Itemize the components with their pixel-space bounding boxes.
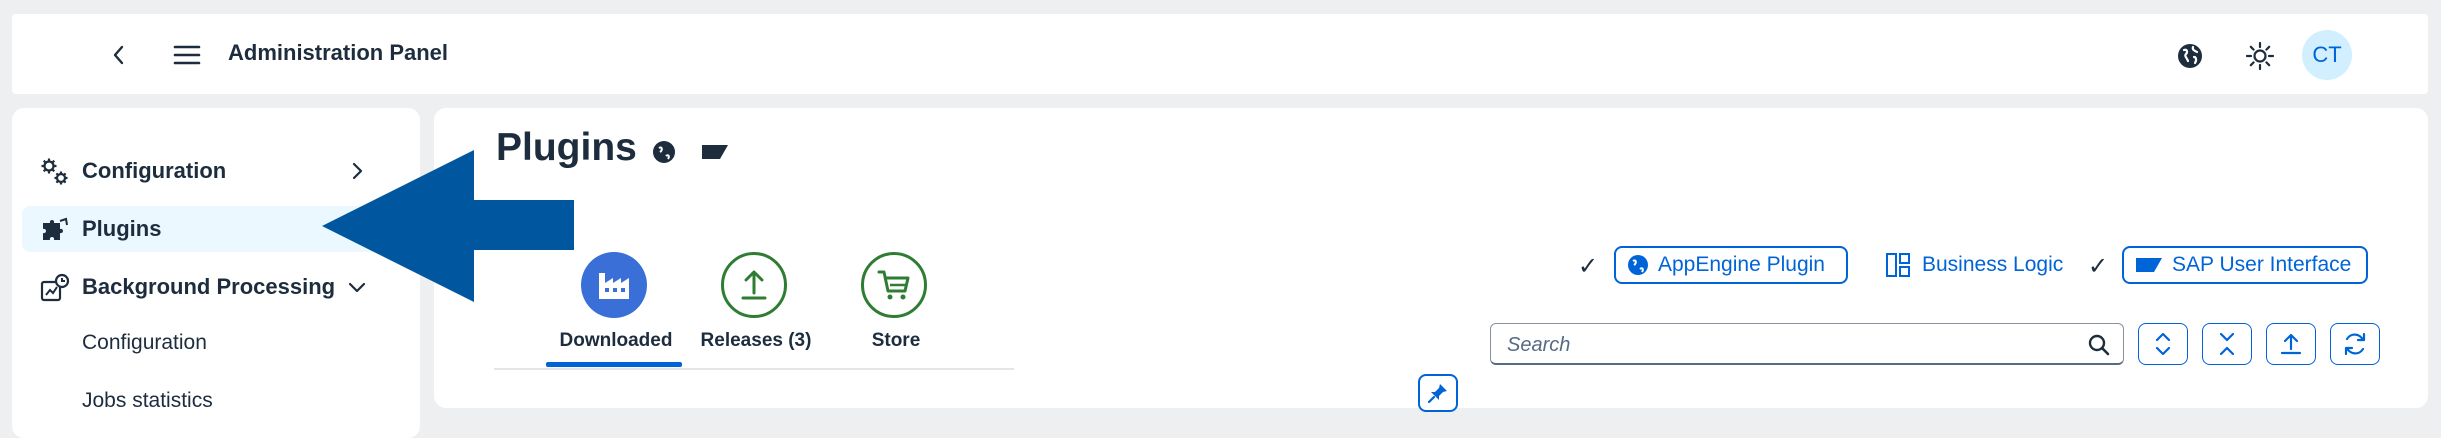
sidebar-subitem-configuration[interactable]: Configuration — [22, 320, 386, 366]
collapse-vertical-icon — [2219, 332, 2235, 356]
refresh-button[interactable] — [2330, 323, 2380, 365]
tab-selected-indicator — [546, 362, 682, 367]
sap-ui-tag-icon — [2136, 258, 2162, 272]
language-button[interactable] — [2174, 40, 2206, 72]
upload-button[interactable] — [2266, 323, 2316, 365]
tab-icon-circle — [861, 252, 927, 318]
appengine-icon — [653, 141, 675, 163]
sidebar-subitem-jobs-statistics[interactable]: Jobs statistics — [22, 378, 386, 424]
theme-button[interactable] — [2243, 39, 2277, 73]
chip-label: Business Logic — [1922, 253, 2064, 276]
user-avatar[interactable]: CT — [2302, 30, 2352, 80]
factory-icon — [599, 273, 629, 299]
expand-all-button[interactable] — [2138, 323, 2188, 365]
hamburger-icon — [173, 45, 201, 65]
puzzle-icon — [43, 217, 68, 240]
refresh-icon — [2344, 332, 2366, 356]
chip-label: SAP User Interface — [2172, 253, 2352, 276]
pin-icon — [1427, 384, 1447, 404]
search-icon[interactable] — [2087, 333, 2111, 357]
tab-icon-circle — [721, 252, 787, 318]
sap-user-interface-toggle[interactable]: SAP User Interface — [2122, 246, 2368, 284]
search-field — [1490, 323, 2124, 365]
app-title: Administration Panel — [228, 40, 449, 65]
expand-vertical-icon — [2155, 332, 2171, 356]
gears-icon — [41, 158, 68, 185]
checkmark-icon: ✓ — [1578, 253, 1599, 280]
tab-label: Store — [871, 330, 921, 351]
sidebar-item-label: Configuration — [82, 158, 227, 183]
collapse-all-button[interactable] — [2202, 323, 2252, 365]
tab-icon-circle — [581, 252, 647, 318]
annotation-arrow — [322, 150, 574, 302]
pin-header-button[interactable] — [1418, 374, 1458, 412]
sun-icon — [2245, 41, 2275, 71]
sap-ui-tag-icon — [702, 145, 728, 159]
upload-icon — [2280, 333, 2302, 355]
sidebar-item-label: Background Processing — [82, 274, 336, 299]
tab-releases[interactable]: Releases (3) — [686, 236, 826, 368]
back-button[interactable] — [104, 40, 134, 70]
menu-button[interactable] — [170, 38, 204, 72]
layout-icon — [1886, 253, 1910, 277]
sidebar-item-label: Jobs statistics — [82, 389, 213, 412]
tab-store[interactable]: Store — [826, 236, 966, 368]
chevron-left-icon — [113, 45, 124, 65]
background-process-icon — [40, 273, 70, 302]
cart-icon — [877, 270, 910, 300]
tab-label: Downloaded — [559, 330, 673, 351]
upload-icon — [741, 270, 767, 300]
sidebar-item-label: Plugins — [82, 216, 162, 241]
appengine-icon — [1628, 255, 1648, 275]
appengine-plugin-toggle[interactable]: AppEngine Plugin — [1614, 246, 1848, 284]
globe-icon — [2178, 44, 2202, 68]
sidebar-item-label: Configuration — [82, 331, 207, 354]
business-logic-toggle[interactable]: Business Logic — [1884, 246, 2063, 284]
tab-label: Releases (3) — [700, 330, 812, 351]
search-input[interactable] — [1505, 331, 2069, 359]
checkmark-icon: ✓ — [2088, 253, 2109, 280]
chip-label: AppEngine Plugin — [1658, 253, 1825, 276]
